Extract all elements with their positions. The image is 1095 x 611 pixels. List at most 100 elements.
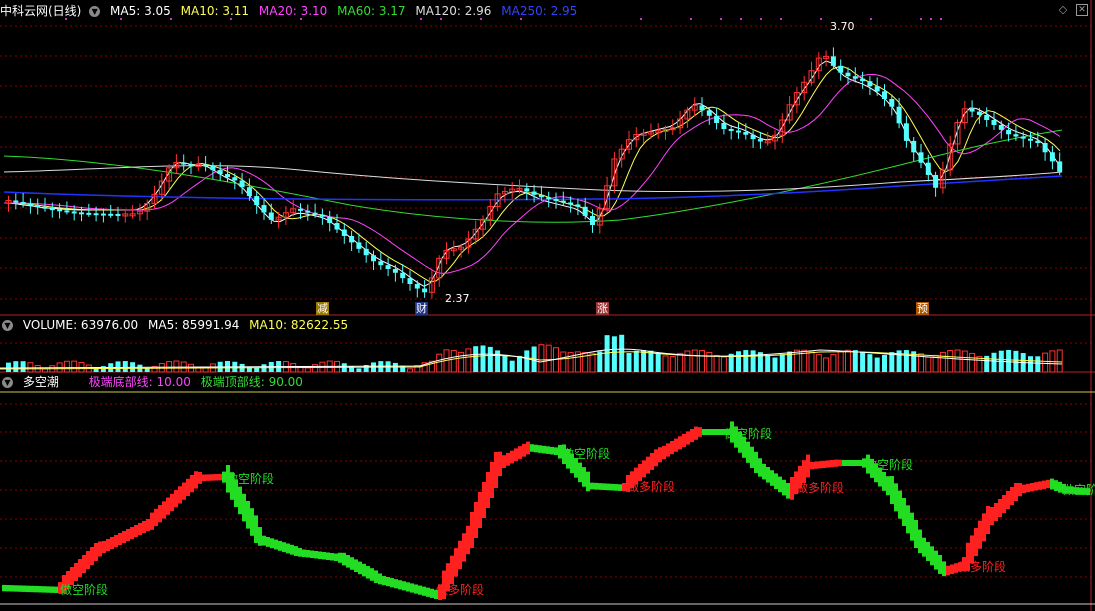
wave-phase-label: 做空阶段: [1062, 482, 1095, 497]
candle-body: [13, 200, 19, 203]
wave-segment: [1050, 478, 1054, 490]
volume-bar: [495, 350, 501, 372]
volume-bar: [619, 334, 625, 372]
wave-segment: [678, 436, 682, 450]
wave-segment: [50, 586, 54, 593]
wave-segment: [922, 537, 926, 557]
wave-segment: [214, 474, 218, 481]
candle-body: [546, 197, 552, 200]
wave-segment: [154, 508, 158, 527]
candle-body: [246, 187, 252, 197]
wave-segment: [138, 523, 142, 535]
chevron-down-icon[interactable]: ▼: [2, 377, 13, 388]
candle-body: [1028, 138, 1033, 141]
wave-segment: [402, 581, 406, 591]
close-icon[interactable]: ✕: [1076, 4, 1088, 16]
wave-segment: [258, 527, 262, 546]
wave-segment: [302, 549, 306, 557]
wave-segment: [982, 513, 986, 542]
candle-body: [838, 65, 844, 73]
wave-segment: [498, 451, 502, 477]
wave-segment: [86, 551, 90, 569]
chevron-down-icon[interactable]: ▼: [89, 6, 101, 17]
candle-body: [414, 283, 420, 289]
volume-bar: [691, 349, 698, 373]
candle-body: [400, 272, 406, 279]
chevron-down-icon[interactable]: ▼: [2, 320, 13, 331]
volume-bar: [13, 361, 19, 372]
wave-segment: [450, 555, 454, 585]
wave-segment: [590, 482, 594, 490]
wave-segment: [98, 541, 102, 557]
wave-segment: [942, 561, 946, 577]
candle-body: [188, 164, 194, 167]
wave-phase-label: 做空阶段: [60, 582, 108, 597]
wave-segment: [110, 537, 114, 549]
wave-segment: [26, 585, 30, 593]
wave-segment: [106, 539, 110, 551]
wave-segment: [102, 541, 106, 553]
wave-phase-label: 做多阶段: [958, 559, 1006, 574]
candle-body: [261, 205, 267, 213]
wave-segment: [974, 528, 978, 557]
volume-bar: [867, 354, 873, 372]
wave-segment: [530, 444, 534, 452]
wave-segment: [574, 458, 578, 478]
volume-bar: [750, 350, 756, 372]
volume-bar: [852, 350, 858, 372]
wave-segment: [114, 535, 118, 547]
candle-body: [1006, 129, 1012, 135]
tick-dot: [930, 18, 932, 20]
wave-segment: [122, 531, 126, 543]
wave-segment: [746, 441, 750, 463]
wave-segment: [182, 482, 186, 500]
wave-phase-label: 做空阶段: [226, 471, 274, 486]
candle-body: [845, 72, 851, 77]
candle-body: [1057, 161, 1063, 172]
candle-body: [699, 105, 705, 111]
wave-segment: [910, 512, 914, 541]
candlestick-series: [5, 47, 1063, 299]
volume-bar: [961, 350, 968, 373]
event-marker-forecast[interactable]: 预: [916, 302, 929, 315]
ma20-line: [4, 73, 1061, 274]
candle-body: [706, 110, 712, 116]
wave-segment: [1022, 484, 1026, 493]
volume-bar: [1028, 356, 1033, 372]
wave-segment: [778, 476, 782, 493]
moving-average-lines: [3, 60, 1063, 287]
wave-segment: [486, 472, 490, 508]
volume-bar: [815, 354, 822, 373]
volume-bar: [808, 351, 815, 373]
indicator-title: 多空潮: [22, 375, 59, 389]
wave-segment: [430, 588, 434, 598]
tick-dot: [940, 18, 942, 20]
volume-bar: [903, 350, 909, 372]
candle-body: [852, 76, 858, 79]
wave-segment: [514, 448, 518, 462]
wave-segment: [610, 483, 614, 491]
candle-body: [64, 210, 70, 213]
event-marker-reduce[interactable]: 减: [316, 302, 329, 315]
wave-segment: [202, 474, 206, 481]
event-marker-rise[interactable]: 涨: [596, 302, 609, 315]
event-marker-finance[interactable]: 财: [415, 302, 428, 315]
wave-segment: [554, 447, 558, 455]
diamond-icon[interactable]: ◇: [1057, 4, 1069, 16]
wave-segment: [950, 564, 954, 575]
candle-body: [239, 180, 245, 188]
wave-segment: [314, 551, 318, 559]
candle-body: [568, 202, 574, 205]
wave-segment: [274, 539, 278, 550]
wave-phase-label: 做空阶段: [562, 446, 610, 461]
wave-segment: [990, 507, 994, 525]
price-panel-header: 中科云网(日线) ▼ MA5: 3.05 MA10: 3.11 MA20: 3.…: [0, 3, 583, 19]
candle-body: [531, 191, 537, 195]
candle-body: [385, 265, 391, 270]
wave-segment: [398, 580, 402, 590]
stock-chart-canvas[interactable]: 做空阶段做空阶段做多阶段做空阶段做多阶段做空阶段做多阶段做空阶段做多阶段做空阶段: [0, 0, 1095, 611]
wave-phase-label: 做多阶段: [627, 479, 675, 494]
candle-body: [728, 129, 734, 132]
volume-bar: [63, 360, 70, 373]
wave-segment: [758, 458, 762, 477]
